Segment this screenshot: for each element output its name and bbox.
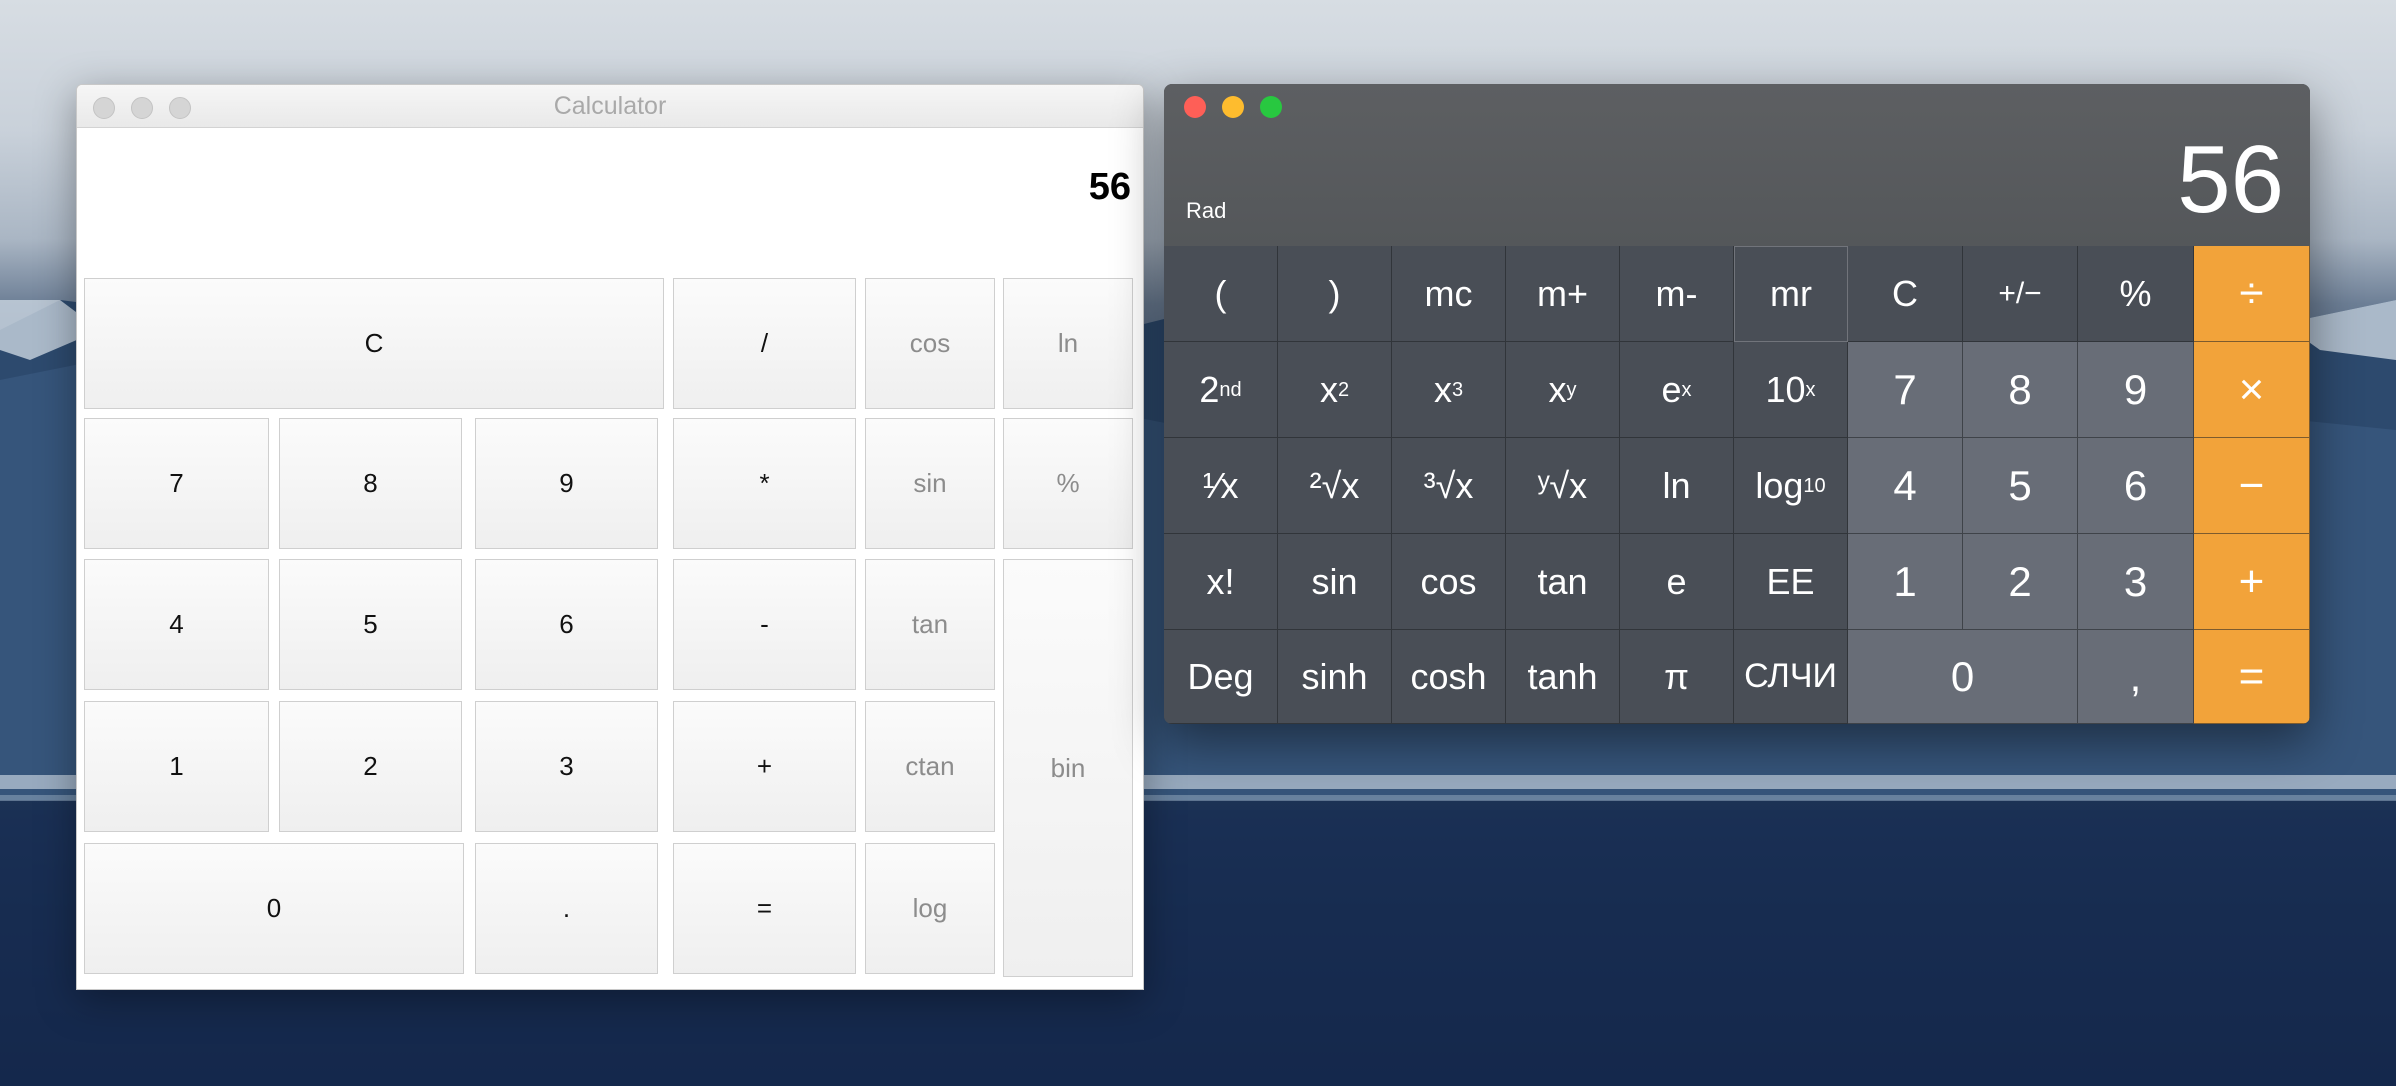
ln-button[interactable]: ln — [1003, 278, 1133, 409]
digit-6-button[interactable]: 6 — [475, 559, 658, 690]
digit-6-button[interactable]: 6 — [2078, 438, 2194, 534]
percent-button[interactable]: % — [1003, 418, 1133, 549]
digit-5-button[interactable]: 5 — [279, 559, 462, 690]
sin-button[interactable]: sin — [865, 418, 995, 549]
clear-button[interactable]: C — [1848, 246, 1963, 342]
minus-button[interactable]: - — [673, 559, 856, 690]
tan-button[interactable]: tan — [1506, 534, 1620, 630]
exponent-entry-button[interactable]: EE — [1734, 534, 1848, 630]
sinh-button[interactable]: sinh — [1278, 630, 1392, 724]
multiply-button[interactable]: × — [2194, 342, 2310, 438]
equals-button[interactable]: = — [2194, 630, 2310, 724]
euler-constant-button[interactable]: e — [1620, 534, 1734, 630]
zoom-button[interactable] — [1260, 96, 1282, 118]
digit-3-button[interactable]: 3 — [475, 701, 658, 832]
minus-button[interactable]: − — [2194, 438, 2310, 534]
close-paren-button[interactable]: ) — [1278, 246, 1392, 342]
multiply-button[interactable]: * — [673, 418, 856, 549]
calculator-window-scientific: Rad 56 ( ) mc m+ m- mr C +/− % ÷ 2nd x2 … — [1164, 84, 2310, 724]
digit-0-button[interactable]: 0 — [1848, 630, 2078, 724]
memory-clear-button[interactable]: mc — [1392, 246, 1506, 342]
result-display: 56 — [2177, 126, 2284, 233]
clear-button[interactable]: C — [84, 278, 664, 409]
digit-2-button[interactable]: 2 — [1963, 534, 2078, 630]
cos-button[interactable]: cos — [1392, 534, 1506, 630]
digit-4-button[interactable]: 4 — [84, 559, 269, 690]
divide-button[interactable]: ÷ — [2194, 246, 2310, 342]
plus-button[interactable]: + — [2194, 534, 2310, 630]
decimal-separator-button[interactable]: , — [2078, 630, 2194, 724]
square-root-button[interactable]: ²√x — [1278, 438, 1392, 534]
pi-button[interactable]: π — [1620, 630, 1734, 724]
digit-3-button[interactable]: 3 — [2078, 534, 2194, 630]
memory-subtract-button[interactable]: m- — [1620, 246, 1734, 342]
angle-mode-indicator: Rad — [1186, 198, 1227, 223]
decimal-point-button[interactable]: . — [475, 843, 658, 974]
memory-recall-button[interactable]: mr — [1734, 246, 1848, 342]
digit-5-button[interactable]: 5 — [1963, 438, 2078, 534]
digit-2-button[interactable]: 2 — [279, 701, 462, 832]
plus-button[interactable]: + — [673, 701, 856, 832]
cube-button[interactable]: x3 — [1392, 342, 1506, 438]
digit-7-button[interactable]: 7 — [84, 418, 269, 549]
digit-9-button[interactable]: 9 — [475, 418, 658, 549]
y-root-button[interactable]: ʸ√x — [1506, 438, 1620, 534]
exp-button[interactable]: ex — [1620, 342, 1734, 438]
digit-9-button[interactable]: 9 — [2078, 342, 2194, 438]
random-button[interactable]: СЛЧИ — [1734, 630, 1848, 724]
square-button[interactable]: x2 — [1278, 342, 1392, 438]
plus-minus-button[interactable]: +/− — [1963, 246, 2078, 342]
tanh-button[interactable]: tanh — [1506, 630, 1620, 724]
reciprocal-button[interactable]: ¹⁄x — [1164, 438, 1278, 534]
digit-0-button[interactable]: 0 — [84, 843, 464, 974]
percent-button[interactable]: % — [2078, 246, 2194, 342]
natural-log-button[interactable]: ln — [1620, 438, 1734, 534]
degree-mode-button[interactable]: Deg — [1164, 630, 1278, 724]
factorial-button[interactable]: x! — [1164, 534, 1278, 630]
digit-1-button[interactable]: 1 — [1848, 534, 1963, 630]
ctan-button[interactable]: ctan — [865, 701, 995, 832]
digit-8-button[interactable]: 8 — [1963, 342, 2078, 438]
digit-4-button[interactable]: 4 — [1848, 438, 1963, 534]
equals-button[interactable]: = — [673, 843, 856, 974]
open-paren-button[interactable]: ( — [1164, 246, 1278, 342]
power-button[interactable]: xy — [1506, 342, 1620, 438]
digit-8-button[interactable]: 8 — [279, 418, 462, 549]
minimize-button[interactable] — [1222, 96, 1244, 118]
cube-root-button[interactable]: ³√x — [1392, 438, 1506, 534]
memory-add-button[interactable]: m+ — [1506, 246, 1620, 342]
digit-7-button[interactable]: 7 — [1848, 342, 1963, 438]
sin-button[interactable]: sin — [1278, 534, 1392, 630]
ten-power-button[interactable]: 10 x — [1734, 342, 1848, 438]
cos-button[interactable]: cos — [865, 278, 995, 409]
close-button[interactable] — [1184, 96, 1206, 118]
bin-button[interactable]: bin — [1003, 559, 1133, 977]
divide-button[interactable]: / — [673, 278, 856, 409]
log-button[interactable]: log — [865, 843, 995, 974]
cosh-button[interactable]: cosh — [1392, 630, 1506, 724]
display-area: Rad 56 — [1164, 84, 2310, 246]
calculator-window-basic: Calculator 56 C / cos ln 7 8 9 * sin % 4… — [76, 84, 1144, 990]
result-display: 56 — [1088, 166, 1131, 208]
log10-button[interactable]: log 10 — [1734, 438, 1848, 534]
window-title: Calculator — [553, 92, 667, 120]
tan-button[interactable]: tan — [865, 559, 995, 690]
digit-1-button[interactable]: 1 — [84, 701, 269, 832]
title-bar: Calculator — [77, 85, 1143, 128]
second-function-button[interactable]: 2nd — [1164, 342, 1278, 438]
